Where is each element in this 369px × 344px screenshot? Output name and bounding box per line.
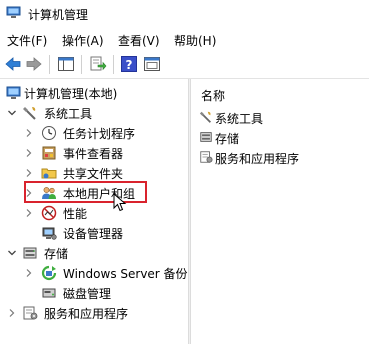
tree-item-label: 事件查看器 (63, 147, 124, 161)
title-bar: 计算机管理 (0, 0, 369, 28)
show-hide-tree-icon[interactable] (57, 55, 75, 73)
highlight-box (24, 181, 147, 203)
list-item-label: 系统工具 (215, 112, 264, 126)
export-list-icon[interactable] (89, 55, 107, 73)
menu-bar: 文件(F) 操作(A) 查看(V) 帮助(H) (0, 28, 369, 50)
tree-item-disk-management[interactable]: 磁盘管理 (0, 283, 188, 303)
chevron-right-icon[interactable] (24, 146, 34, 160)
toolbar: ? (0, 51, 369, 79)
column-header-name[interactable]: 名称 (201, 87, 225, 104)
tree-item-windows-server-backup[interactable]: Windows Server 备份 (0, 263, 188, 283)
tree-item-performance[interactable]: 性能 (0, 203, 188, 223)
back-arrow-icon[interactable] (4, 55, 22, 73)
services-icon (199, 150, 213, 164)
computer-management-icon (6, 6, 21, 19)
chevron-right-icon[interactable] (24, 206, 34, 220)
chevron-right-icon[interactable] (24, 126, 34, 140)
computer-management-icon (6, 85, 22, 101)
chevron-right-icon[interactable] (7, 306, 17, 320)
help-icon[interactable]: ? (120, 55, 138, 73)
toolbar-separator (81, 55, 82, 74)
list-item-label: 存储 (215, 132, 240, 146)
tree-item-label: 任务计划程序 (63, 127, 136, 141)
disk-management-icon (41, 285, 57, 301)
tree-item-root[interactable]: 计算机管理(本地) (0, 83, 188, 103)
toolbar-separator (49, 55, 50, 74)
performance-icon (41, 205, 57, 221)
tree-item-label: 性能 (63, 207, 88, 221)
list-item-label: 服务和应用程序 (215, 152, 300, 166)
tree-item-label: 磁盘管理 (63, 287, 112, 301)
chevron-down-icon[interactable] (7, 106, 17, 120)
menu-view[interactable]: 查看(V) (118, 32, 160, 49)
tree-item-shared-folders[interactable]: 共享文件夹 (0, 163, 188, 183)
tree-item-system-tools[interactable]: 系统工具 (0, 103, 188, 123)
tree-item-label: 计算机管理(本地) (24, 87, 118, 101)
properties-icon[interactable] (143, 55, 161, 73)
device-manager-icon (41, 225, 57, 241)
details-pane: 名称 系统工具 存储 服务和应用程序 (191, 79, 369, 344)
services-icon (22, 305, 38, 321)
tree-item-label: 设备管理器 (63, 227, 124, 241)
chevron-right-icon[interactable] (24, 266, 34, 280)
tools-icon (199, 110, 213, 124)
tree-item-label: 系统工具 (44, 107, 93, 121)
storage-icon (199, 130, 213, 144)
storage-icon (22, 245, 38, 261)
menu-action[interactable]: 操作(A) (62, 32, 104, 49)
tree-item-services-apps[interactable]: 服务和应用程序 (0, 303, 188, 323)
chevron-down-icon[interactable] (7, 246, 17, 260)
shared-folder-icon (41, 165, 57, 181)
tools-icon (22, 105, 38, 121)
menu-help[interactable]: 帮助(H) (174, 32, 216, 49)
tree-item-task-scheduler[interactable]: 任务计划程序 (0, 123, 188, 143)
chevron-right-icon[interactable] (24, 166, 34, 180)
tree-item-storage[interactable]: 存储 (0, 243, 188, 263)
backup-icon (41, 265, 57, 281)
event-viewer-icon (41, 145, 57, 161)
tree-item-label: 服务和应用程序 (44, 307, 129, 321)
window-title: 计算机管理 (28, 8, 89, 22)
mouse-cursor-icon (113, 192, 127, 213)
menu-file[interactable]: 文件(F) (7, 32, 47, 49)
tree-item-label: 存储 (44, 247, 69, 261)
clock-icon (41, 125, 57, 141)
tree-item-label: Windows Server 备份 (63, 267, 188, 281)
svg-text:?: ? (126, 58, 133, 72)
toolbar-separator (113, 55, 114, 74)
forward-arrow-icon[interactable] (25, 55, 43, 73)
tree-item-device-manager[interactable]: 设备管理器 (0, 223, 188, 243)
tree-item-event-viewer[interactable]: 事件查看器 (0, 143, 188, 163)
tree-item-label: 共享文件夹 (63, 167, 124, 181)
